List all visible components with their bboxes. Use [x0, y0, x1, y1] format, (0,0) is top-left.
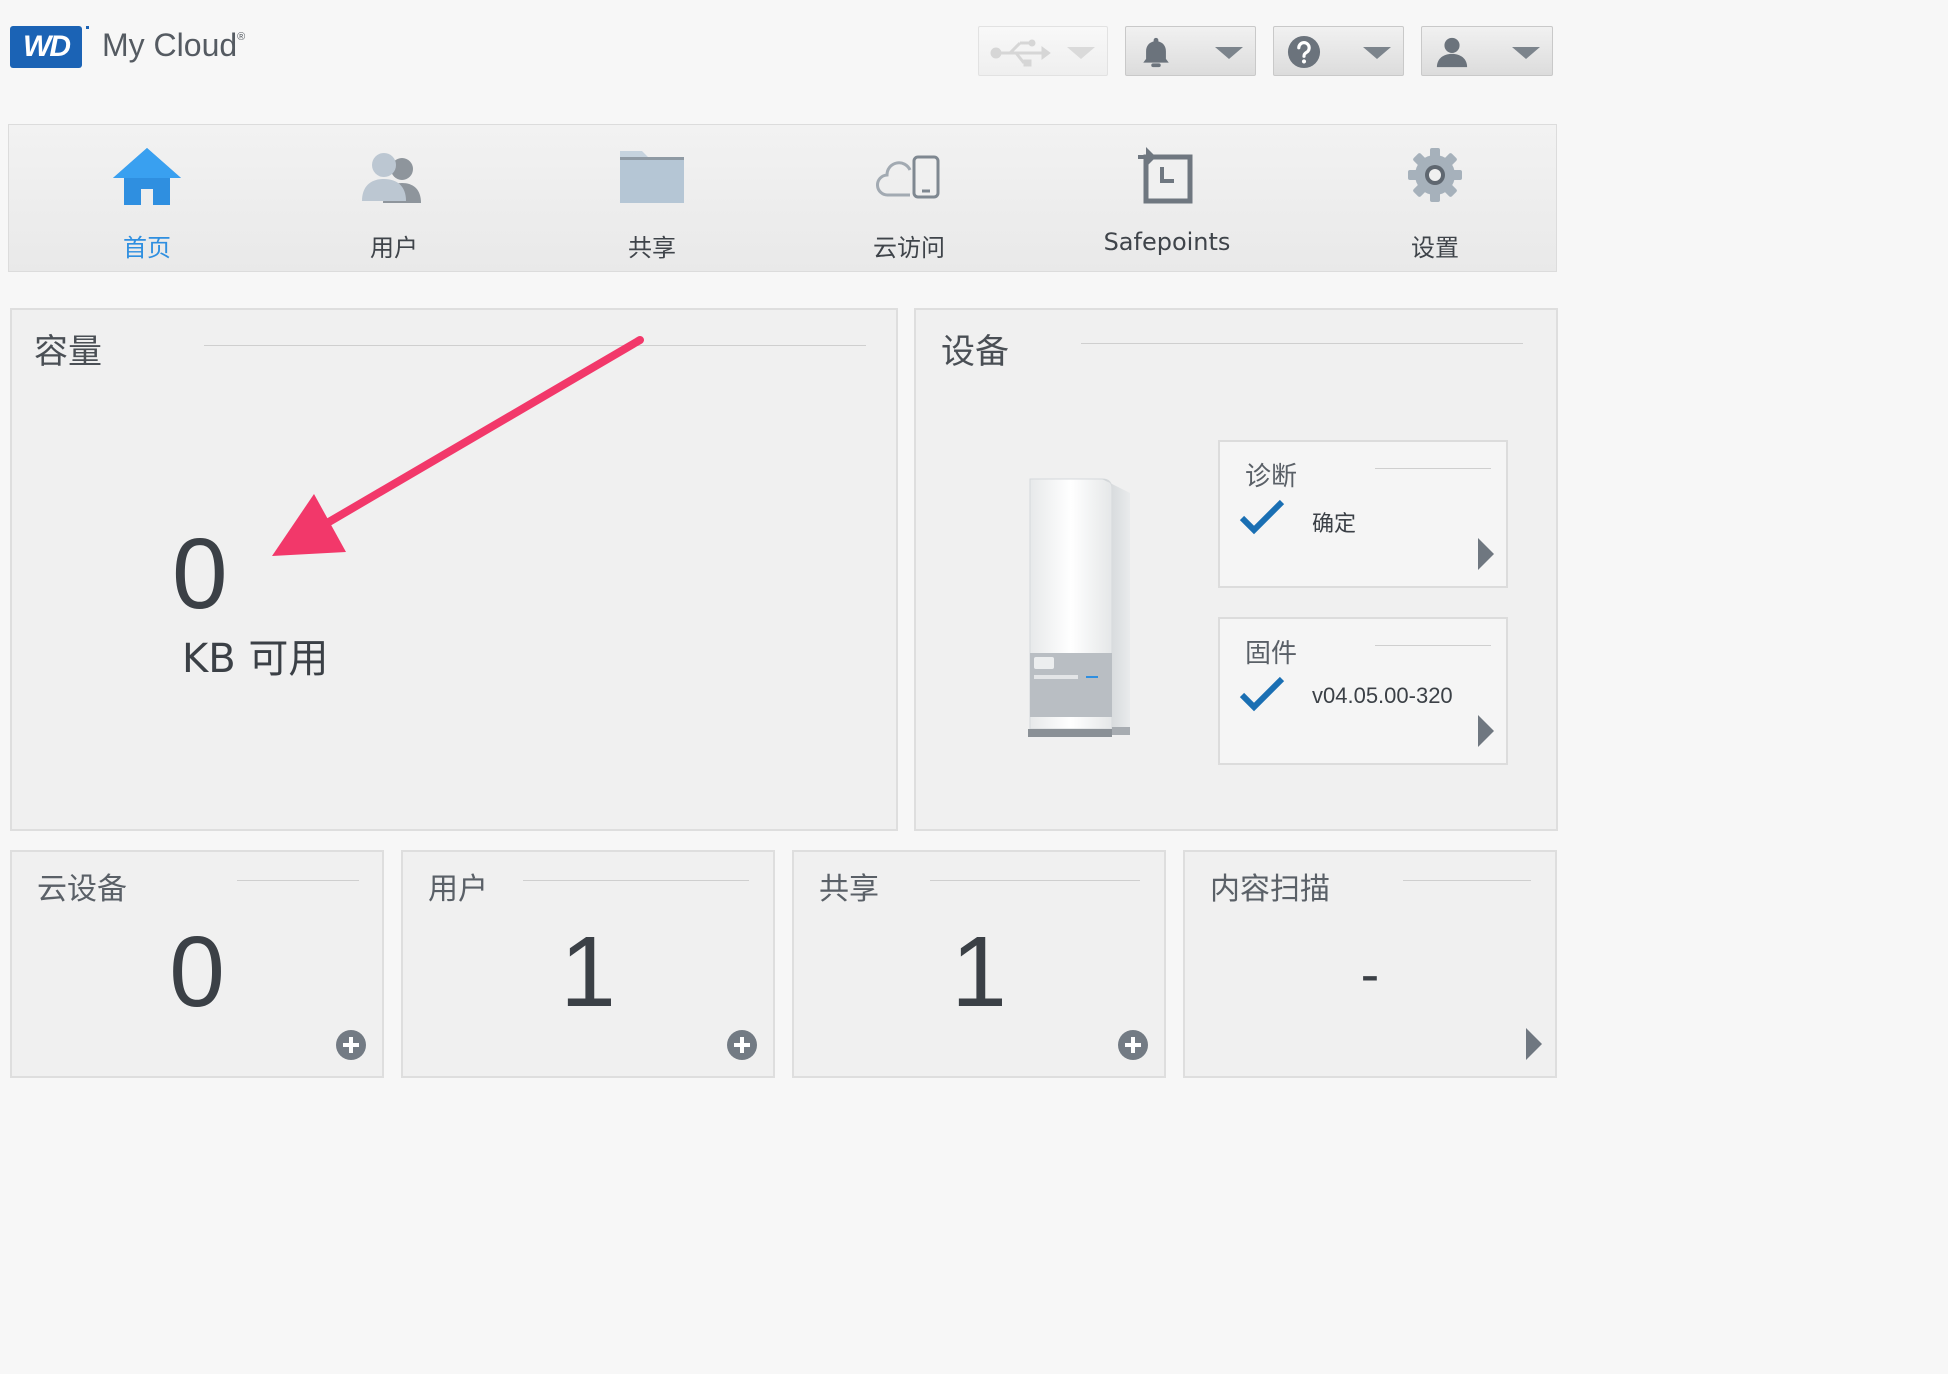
brand-registered-mark: ®: [237, 31, 246, 43]
capacity-value: 0: [172, 518, 228, 630]
divider: [237, 880, 359, 881]
content-scan-details-button[interactable]: [1526, 1028, 1542, 1060]
bell-icon: [1143, 37, 1169, 68]
firmware-version: v04.05.00-320: [1312, 683, 1453, 708]
nav-item-settings[interactable]: 设置: [1335, 125, 1535, 271]
nav-item-safepoints[interactable]: Safepoints: [1067, 125, 1267, 271]
content-scan-title: 内容扫描: [1210, 872, 1330, 907]
diagnostics-card[interactable]: 诊断 确定: [1218, 440, 1508, 588]
nav-label: 设置: [1411, 234, 1459, 262]
add-cloud-device-button[interactable]: [336, 1030, 366, 1060]
chevron-down-icon: [1067, 47, 1095, 59]
divider: [1403, 880, 1531, 881]
checkmark-icon: [1239, 676, 1285, 712]
divider: [930, 880, 1140, 881]
divider: [1375, 645, 1491, 646]
usb-menu-button[interactable]: [978, 26, 1108, 76]
help-icon: [1287, 35, 1321, 69]
content-scan-panel: 内容扫描 -: [1183, 850, 1557, 1078]
cloud-device-icon: [876, 155, 940, 199]
users-count: 1: [560, 916, 616, 1028]
shares-panel: 共享 1: [792, 850, 1166, 1078]
main-nav: 首页 用户 共享 云访问 Safepoints 设置: [8, 124, 1557, 272]
firmware-title: 固件: [1245, 639, 1298, 669]
diagnostics-title: 诊断: [1245, 462, 1298, 492]
nav-label: 首页: [123, 234, 171, 262]
users-icon: [362, 153, 421, 203]
nav-label: 云访问: [873, 234, 945, 262]
divider: [523, 880, 749, 881]
folder-icon: [620, 151, 684, 203]
nav-item-cloud-access[interactable]: 云访问: [809, 125, 1009, 271]
content-scan-status: -: [1360, 942, 1380, 1005]
capacity-unit: KB 可用: [182, 636, 329, 682]
annotation-arrow: [272, 336, 644, 556]
safepoints-icon: [1138, 147, 1193, 204]
add-user-button[interactable]: [727, 1030, 757, 1060]
nav-label: Safepoints: [1103, 228, 1231, 256]
brand-text: My Cloud: [102, 27, 238, 63]
cloud-devices-count: 0: [169, 916, 225, 1028]
nav-item-home[interactable]: 首页: [47, 125, 247, 271]
brand-name: My Cloud®: [102, 27, 245, 64]
help-menu-button[interactable]: [1273, 26, 1404, 76]
usb-icon: [990, 39, 1051, 67]
capacity-title: 容量: [34, 332, 102, 372]
users-panel: 用户 1: [401, 850, 775, 1078]
chevron-down-icon: [1363, 47, 1391, 59]
cloud-devices-title: 云设备: [37, 872, 127, 907]
device-title: 设备: [941, 332, 1009, 372]
divider: [1081, 343, 1523, 344]
chevron-right-icon: [1478, 538, 1494, 570]
nav-label: 共享: [628, 234, 676, 262]
home-icon: [113, 148, 181, 205]
gear-icon: [1408, 148, 1462, 202]
users-title: 用户: [428, 872, 488, 907]
chevron-right-icon: [1478, 715, 1494, 747]
capacity-panel: 容量 0 KB 可用: [10, 308, 898, 831]
nav-item-shares[interactable]: 共享: [552, 125, 752, 271]
user-icon: [1436, 37, 1468, 68]
wd-logo: WD: [10, 26, 89, 68]
cloud-devices-panel: 云设备 0: [10, 850, 384, 1078]
nav-item-users[interactable]: 用户: [294, 125, 494, 271]
nav-label: 用户: [370, 234, 418, 262]
shares-count: 1: [951, 916, 1007, 1028]
add-share-button[interactable]: [1118, 1030, 1148, 1060]
device-panel: 设备 诊断 确定 固件 v04.05.00-320: [914, 308, 1558, 831]
mycloud-device-image: [1028, 478, 1130, 737]
chevron-down-icon: [1512, 47, 1540, 59]
firmware-card[interactable]: 固件 v04.05.00-320: [1218, 617, 1508, 765]
diagnostics-status: 确定: [1312, 511, 1357, 536]
shares-title: 共享: [819, 872, 879, 907]
divider: [1375, 468, 1491, 469]
user-menu-button[interactable]: [1421, 26, 1553, 76]
chevron-down-icon: [1215, 47, 1243, 59]
checkmark-icon: [1239, 499, 1285, 535]
notifications-button[interactable]: [1125, 26, 1256, 76]
